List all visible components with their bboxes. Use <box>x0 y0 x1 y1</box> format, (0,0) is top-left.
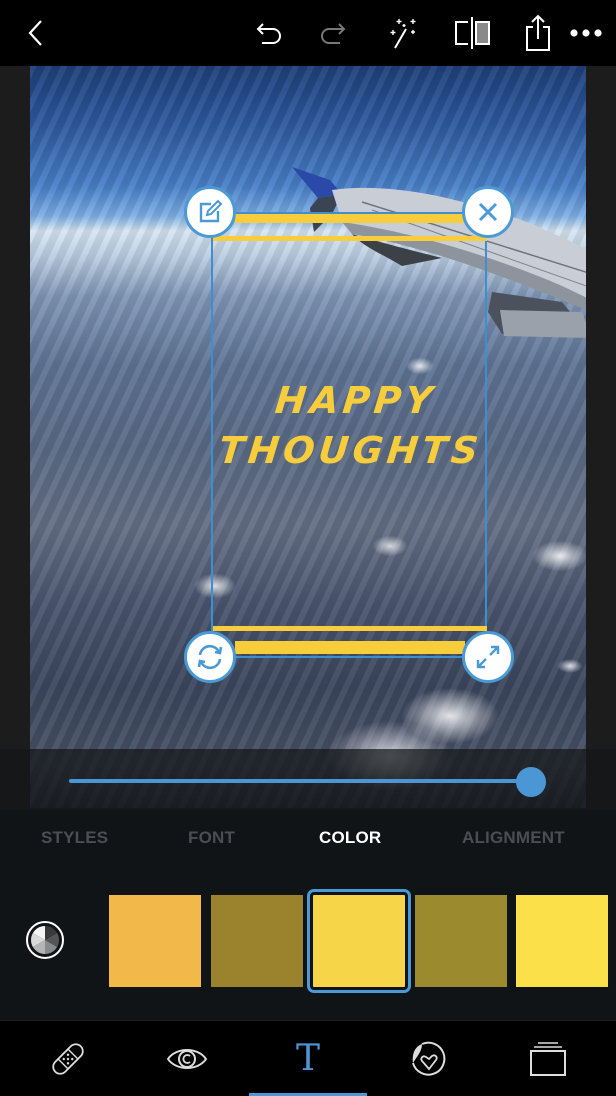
overlay-text-line-2: THOUGHTS <box>216 429 485 472</box>
nav-healing[interactable] <box>38 1035 98 1083</box>
auto-fix-button[interactable] <box>385 13 425 53</box>
color-swatch[interactable] <box>109 895 201 987</box>
decor-line-top-1 <box>235 214 465 223</box>
text-overlay-box[interactable]: HAPPY THOUGHTS <box>183 186 514 683</box>
color-swatch[interactable] <box>516 895 608 987</box>
text-settings-panel: STYLES FONT COLOR ALIGNMENT <box>0 810 616 1020</box>
frame-icon <box>530 1042 566 1076</box>
decor-line-bottom-2 <box>235 641 465 654</box>
tab-styles[interactable]: STYLES <box>41 828 108 848</box>
color-swatches <box>0 880 616 1000</box>
decor-line-bottom-1 <box>213 626 487 631</box>
decor-line-top-2 <box>213 236 487 241</box>
edit-icon <box>199 199 223 223</box>
rotate-icon <box>197 644 223 670</box>
tab-alignment[interactable]: ALIGNMENT <box>462 828 565 848</box>
tab-color[interactable]: COLOR <box>319 828 381 848</box>
back-button[interactable] <box>16 13 56 53</box>
close-icon <box>478 202 498 222</box>
edit-text-handle[interactable] <box>184 186 236 238</box>
photo[interactable]: HAPPY THOUGHTS <box>30 66 586 808</box>
opacity-slider-thumb[interactable] <box>515 767 546 797</box>
sticker-icon <box>412 1041 446 1076</box>
color-picker-button[interactable] <box>25 920 65 960</box>
color-swatch[interactable] <box>307 889 411 993</box>
rotate-text-handle[interactable] <box>184 631 236 683</box>
color-wheel-icon <box>26 921 64 959</box>
more-icon <box>570 29 602 37</box>
share-button[interactable] <box>518 13 558 53</box>
text-icon: T <box>295 1038 320 1079</box>
color-swatch[interactable] <box>415 895 507 987</box>
top-toolbar <box>0 0 616 66</box>
nav-text[interactable]: T <box>278 1035 338 1083</box>
magic-wand-icon <box>390 19 416 49</box>
tab-font[interactable]: FONT <box>188 828 235 848</box>
canvas-area: HAPPY THOUGHTS <box>0 66 616 810</box>
share-icon <box>526 14 550 51</box>
text-tabs: STYLES FONT COLOR ALIGNMENT <box>0 810 616 868</box>
bottom-toolbar: T <box>0 1020 616 1096</box>
bandage-icon <box>52 1043 84 1075</box>
compare-icon <box>455 17 490 49</box>
opacity-slider-track[interactable] <box>69 779 545 783</box>
more-button[interactable] <box>566 13 606 53</box>
color-swatch[interactable] <box>211 895 303 987</box>
overlay-text[interactable]: HAPPY THOUGHTS <box>178 376 529 476</box>
resize-text-handle[interactable] <box>462 631 514 683</box>
overlay-text-line-1: HAPPY <box>273 379 439 422</box>
eye-icon <box>166 1049 208 1069</box>
nav-stickers[interactable] <box>398 1035 458 1083</box>
undo-icon <box>256 23 281 44</box>
delete-text-handle[interactable] <box>462 186 514 238</box>
redo-icon <box>321 23 346 44</box>
compare-button[interactable] <box>452 13 492 53</box>
redo-button[interactable] <box>312 13 352 53</box>
nav-borders[interactable] <box>518 1035 578 1083</box>
chevron-left-icon <box>28 20 42 46</box>
undo-button[interactable] <box>250 13 290 53</box>
resize-icon <box>476 645 500 669</box>
opacity-slider-bar <box>0 749 616 810</box>
nav-red-eye[interactable] <box>157 1035 217 1083</box>
